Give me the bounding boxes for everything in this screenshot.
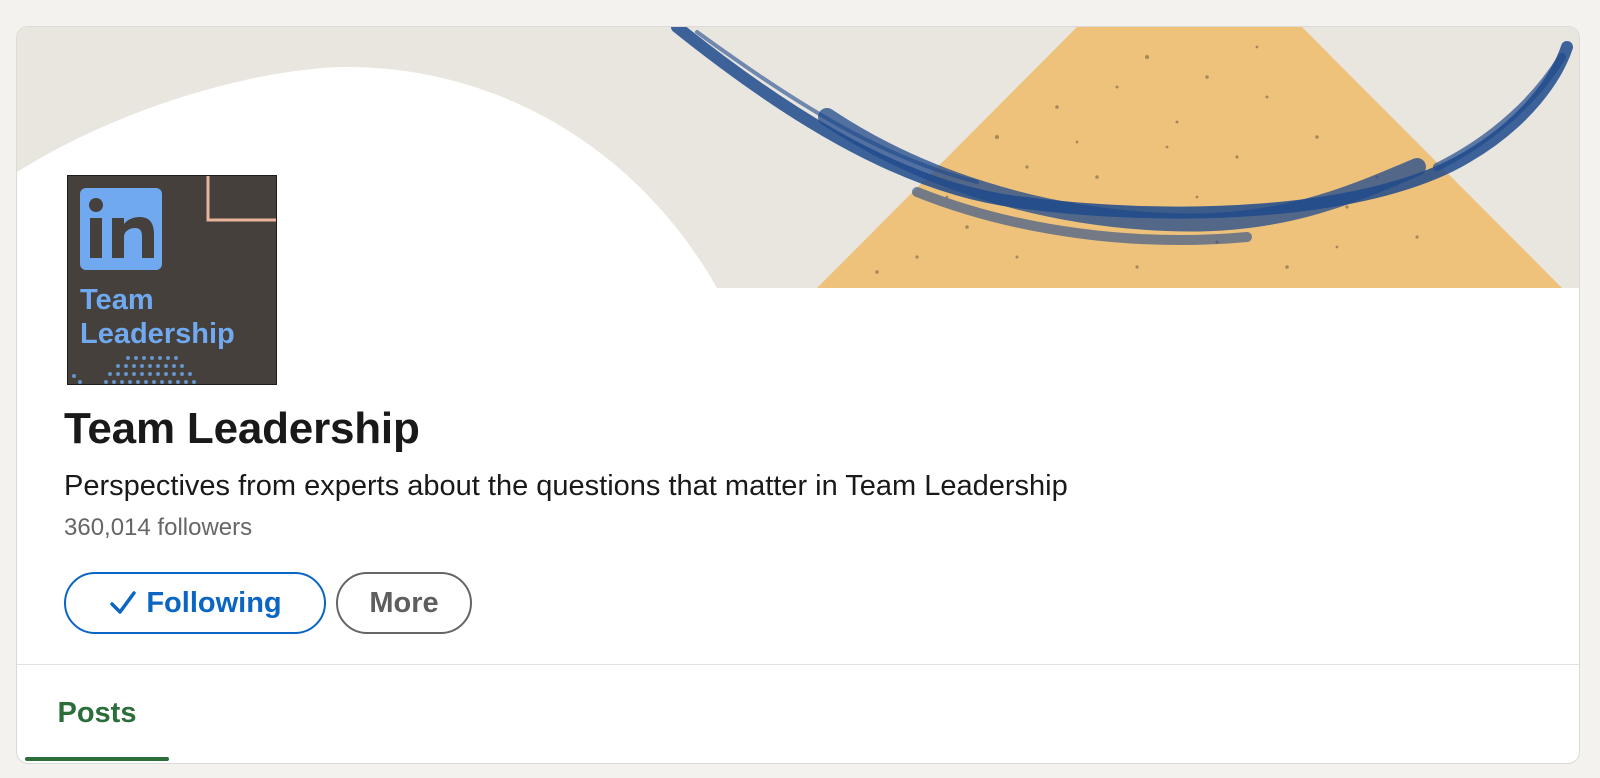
check-icon — [110, 591, 137, 614]
active-tab-indicator — [25, 757, 169, 761]
group-logo[interactable]: Team Leadership — [67, 175, 277, 385]
page-tagline: Perspectives from experts about the ques… — [64, 470, 1068, 502]
page-title: Team Leadership — [64, 404, 420, 453]
more-label: More — [369, 586, 439, 619]
logo-line2: Leadership — [80, 318, 235, 350]
follower-count[interactable]: 360,014 followers — [64, 514, 252, 542]
tab-posts-label: Posts — [57, 696, 137, 729]
more-button[interactable]: More — [336, 572, 472, 634]
following-label: Following — [146, 586, 282, 619]
tab-divider — [17, 664, 1579, 665]
tab-posts[interactable]: Posts — [25, 665, 169, 761]
following-button[interactable]: Following — [64, 572, 326, 634]
group-profile-card: Team Leadership Team Leadership Perspect… — [16, 26, 1580, 764]
logo-line1: Team — [80, 284, 154, 316]
